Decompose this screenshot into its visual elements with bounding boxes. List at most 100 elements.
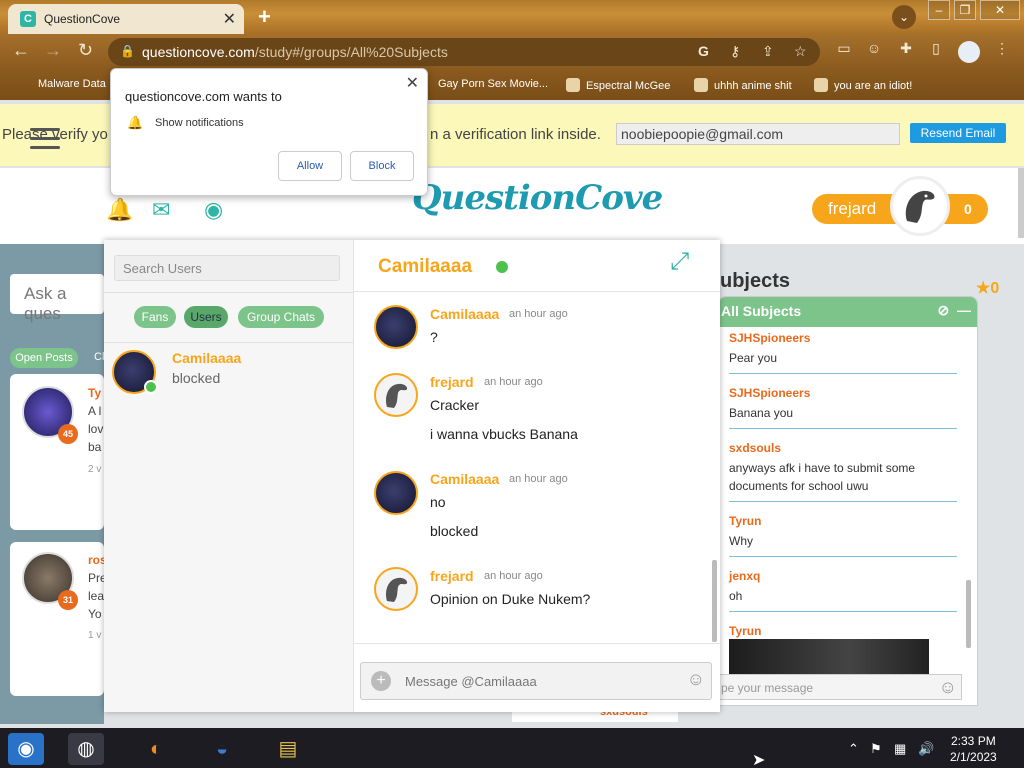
conversation-title: Camilaaaa [378,256,473,277]
network-icon[interactable]: ▦ [894,741,906,757]
file-explorer-taskbar-icon[interactable]: ▤ [270,733,306,765]
back-arrow-icon[interactable]: ← [12,40,30,61]
minimize-icon[interactable]: — [957,302,971,318]
questioncove-logo[interactable]: QuestionCove [412,178,663,218]
bookmark-favicon-icon [566,78,580,92]
page-scrollbar[interactable] [1018,168,1024,238]
bookmark-favicon-icon [814,78,828,92]
share-icon[interactable]: ⇪ [762,43,774,60]
url-text: questioncove.com/study#/groups/All%20Sub… [142,44,448,60]
google-icon[interactable]: G [698,43,709,59]
contact-name[interactable]: Camilaaaa [172,350,241,366]
bookmark-item[interactable]: Gay Porn Sex Movie... [438,78,548,90]
tray-chevron-icon[interactable]: ⌃ [848,741,859,757]
message-placeholder: Message @Camilaaaa [405,674,537,689]
message-author[interactable]: frejard [430,374,474,390]
page-title: ubjects [720,270,791,292]
group-chat-scrollbar[interactable] [966,580,971,648]
tab-close-icon[interactable]: ✕ [223,9,236,29]
bell-icon[interactable]: 🔔 [106,197,133,223]
hide-eye-icon[interactable]: ⊘ [937,302,949,318]
user-profile-icon[interactable]: ◉ [204,197,223,223]
allow-button[interactable]: Allow [278,151,342,181]
user-avatar-dolphin[interactable] [890,176,950,236]
block-button[interactable]: Block [350,151,414,181]
post-level-badge: 31 [58,590,78,610]
menu-kebab-icon[interactable]: ⋮ [992,40,1012,60]
group-message: sxdsouls anyways afk i have to submit som… [729,441,957,502]
questioncove-favicon-icon: C [20,11,36,27]
profile-avatar-icon[interactable] [958,41,980,63]
message-avatar[interactable] [374,305,418,349]
post-level-badge: 45 [58,424,78,444]
message-author[interactable]: Camilaaaa [430,471,499,487]
tab-search-button[interactable]: ⌄ [892,5,916,29]
resend-email-button[interactable]: Resend Email [910,123,1006,143]
ask-question-input[interactable]: Ask a ques [10,274,104,323]
extensions-puzzle-icon[interactable]: ✚ [896,40,916,60]
message-list: Camilaaaa an hour ago ? frejard an hour … [354,293,720,643]
restore-button[interactable]: ❐ [954,0,976,20]
new-tab-button[interactable]: + [258,4,271,30]
firefox-taskbar-icon[interactable]: ◐ [138,733,174,765]
online-status-dot [144,380,158,394]
post-author-name[interactable]: Ty [88,386,101,400]
shared-image[interactable] [729,639,929,675]
browser-tab[interactable]: C QuestionCove ✕ [8,4,244,34]
expand-icon[interactable]: ⤢ [670,248,689,276]
conversation-pane: Camilaaaa ⤢ Camilaaaa an hour ago ? frej… [354,240,720,712]
group-message-input[interactable]: pe your message ☺ [718,674,962,700]
minimize-button[interactable]: – [928,0,950,20]
message-text: no [430,494,446,510]
message-input[interactable]: + Message @Camilaaaa ☺ [360,662,712,700]
popup-body: Show notifications [155,117,244,129]
forward-arrow-icon[interactable]: → [44,40,62,61]
message-text: i wanna vbucks Banana [430,426,578,442]
start-button-icon[interactable]: ◉ [8,733,44,765]
online-status-dot [496,261,508,273]
extension-flag-icon[interactable]: ▭ [834,40,854,60]
system-clock[interactable]: 2:33 PM 2/1/2023 [950,733,997,765]
notification-permission-popup: questioncove.com wants to ✕ 🔔 Show notif… [110,68,428,196]
email-field[interactable]: noobiepoopie@gmail.com [616,123,900,145]
tab-open-posts[interactable]: Open Posts [10,348,78,368]
close-icon[interactable]: ✕ [406,73,419,93]
message-author[interactable]: Camilaaaa [430,306,499,322]
tab-closed-posts[interactable]: Cl [94,351,104,363]
message-time: an hour ago [509,473,568,485]
message-author[interactable]: frejard [430,568,474,584]
volume-icon[interactable]: 🔊 [918,741,934,757]
star-bookmark-icon[interactable]: ☆ [794,43,807,60]
message-avatar[interactable] [374,373,418,417]
extension-avatar-icon[interactable]: ☺ [864,40,884,60]
search-users-input[interactable]: Search Users [114,255,340,281]
add-attachment-icon[interactable]: + [371,671,391,691]
emoji-icon[interactable]: ☺ [687,669,705,690]
all-subjects-header[interactable]: All Subjects ⊘ — [719,297,977,327]
message-avatar[interactable] [374,567,418,611]
mail-icon[interactable]: ✉ [152,197,170,223]
post-text: lov [88,422,104,436]
filter-users[interactable]: Users [184,306,228,328]
address-bar[interactable]: 🔒 questioncove.com/study#/groups/All%20S… [108,38,820,66]
flag-icon[interactable]: ⚑ [870,741,882,757]
window-close-button[interactable]: ✕ [980,0,1020,20]
bookmark-item[interactable]: Malware Data [38,78,106,90]
message-text: Opinion on Duke Nukem? [430,591,591,607]
message-avatar[interactable] [374,471,418,515]
chrome-taskbar-icon[interactable]: ◍ [68,733,104,765]
filter-group-chats[interactable]: Group Chats [238,306,324,328]
bookmark-item[interactable]: uhhh anime shit [694,78,792,92]
bookmark-favicon-icon [694,78,708,92]
hamburger-menu-icon[interactable] [30,128,60,152]
bookmark-item[interactable]: you are an idiot! [814,78,912,92]
reload-icon[interactable]: ↻ [78,40,93,61]
app-taskbar-icon[interactable]: ◒ [204,733,240,765]
bookmark-item[interactable]: Espectral McGee [566,78,670,92]
lock-icon[interactable]: 🔒 [120,44,135,58]
message-scrollbar[interactable] [712,560,717,642]
filter-fans[interactable]: Fans [134,306,176,328]
key-icon[interactable]: ⚷ [730,43,740,60]
side-panel-icon[interactable]: ▯ [926,40,946,60]
emoji-icon[interactable]: ☺ [939,677,957,698]
